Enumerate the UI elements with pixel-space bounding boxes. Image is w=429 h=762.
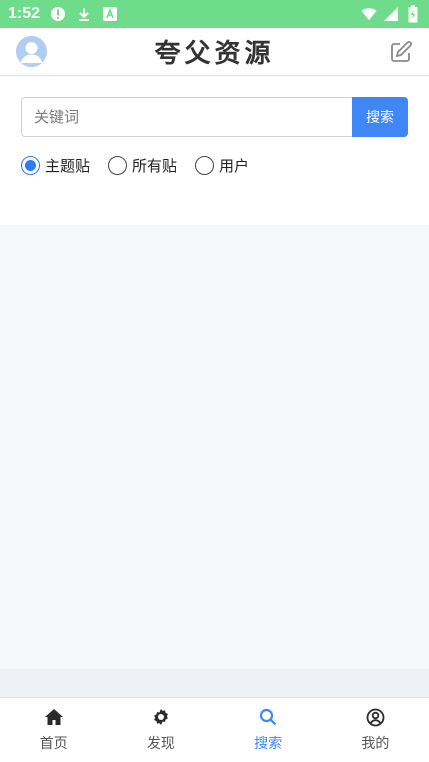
app-title: 夸父资源	[154, 39, 275, 69]
tab-label-profile: 我的	[361, 736, 390, 752]
search-panel: 搜索 主题贴 所有贴 用户	[0, 77, 429, 225]
radio-option-all-posts[interactable]: 所有贴	[108, 155, 177, 176]
avatar-icon[interactable]	[16, 36, 47, 67]
edit-icon[interactable]	[389, 40, 413, 64]
tab-search[interactable]: 搜索	[215, 698, 322, 762]
tab-discover[interactable]: 发现	[107, 698, 214, 762]
radio-label-topics: 主题贴	[45, 157, 91, 175]
search-input[interactable]	[21, 97, 352, 137]
search-scope-options: 主题贴 所有贴 用户	[21, 155, 249, 176]
tab-home[interactable]: 首页	[0, 698, 107, 762]
status-system-icons	[361, 5, 421, 23]
download-icon	[76, 6, 92, 22]
search-row: 搜索	[21, 97, 408, 137]
home-icon	[44, 707, 64, 727]
radio-label-all-posts: 所有贴	[132, 157, 178, 175]
search-button[interactable]: 搜索	[352, 97, 408, 137]
tab-label-home: 首页	[39, 736, 68, 752]
tab-label-discover: 发现	[146, 736, 175, 752]
bottom-tab-bar: 首页 发现 搜索 我的	[0, 697, 429, 762]
tab-label-search: 搜索	[254, 736, 283, 752]
radio-all-posts[interactable]	[108, 156, 128, 175]
search-icon	[258, 707, 278, 727]
status-bar: 1:52	[0, 0, 429, 28]
status-notification-icons	[50, 6, 118, 22]
content-bottom-strip	[0, 669, 429, 697]
gear-icon	[151, 707, 171, 727]
radio-option-users[interactable]: 用户	[195, 155, 249, 176]
alert-icon	[50, 6, 66, 22]
user-circle-icon	[365, 707, 385, 727]
battery-icon	[405, 5, 421, 23]
tab-profile[interactable]: 我的	[322, 698, 429, 762]
status-time: 1:52	[8, 5, 41, 22]
radio-label-users: 用户	[219, 157, 250, 175]
signal-icon	[383, 6, 399, 22]
wifi-icon	[361, 6, 377, 22]
a-icon	[102, 6, 118, 22]
app-header: 夸父资源	[0, 28, 429, 76]
radio-users[interactable]	[195, 156, 215, 175]
search-results-area	[0, 225, 429, 669]
radio-option-topics[interactable]: 主题贴	[21, 155, 90, 176]
radio-topics[interactable]	[21, 156, 40, 175]
